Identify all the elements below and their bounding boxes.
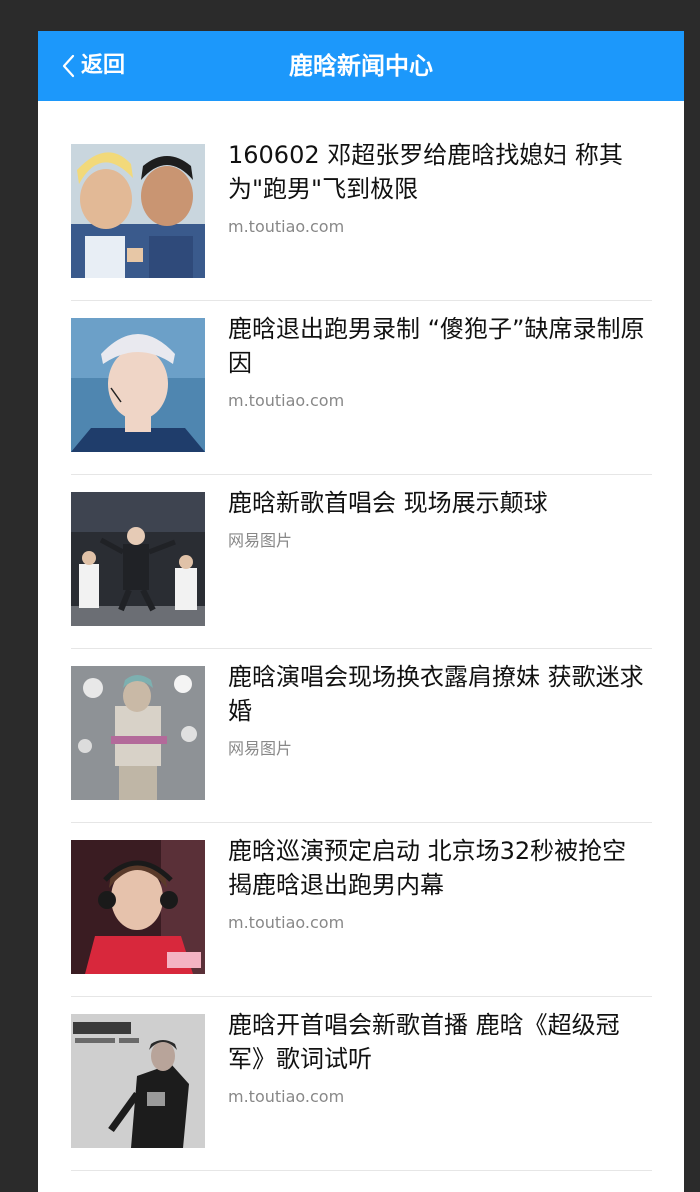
news-source: m.toutiao.com [228,217,345,236]
app-frame: 返回 鹿晗新闻中心 160602 邓超张罗给鹿晗找媳妇 称其为"跑男"飞到极限 … [38,31,684,1192]
news-headline[interactable]: 鹿晗退出跑男录制 “傻狍子”缺席录制原因 [228,312,652,380]
news-photo-image [71,840,205,974]
news-photo-image [71,492,205,626]
back-button[interactable]: 返回 [62,31,125,101]
news-photo-image [71,318,205,452]
news-item[interactable]: 鹿晗演唱会现场换衣露肩撩妹 获歌迷求婚 网易图片 [71,649,652,823]
news-item[interactable]: 鹿晗巡演预定启动 北京场32秒被抢空 揭鹿晗退出跑男内幕 m.toutiao.c… [71,823,652,997]
news-source: m.toutiao.com [228,913,345,932]
page-title: 鹿晗新闻中心 [289,52,433,80]
news-thumbnail [71,840,205,974]
back-label: 返回 [81,53,126,78]
news-item[interactable]: 鹿晗开首唱会新歌首播 鹿晗《超级冠军》歌词试听 m.toutiao.com [71,997,652,1171]
news-list: 160602 邓超张罗给鹿晗找媳妇 称其为"跑男"飞到极限 m.toutiao.… [71,127,652,1171]
news-thumbnail [71,318,205,452]
news-thumbnail [71,144,205,278]
news-item[interactable]: 鹿晗新歌首唱会 现场展示颠球 网易图片 [71,475,652,649]
news-photo-image [71,1014,205,1148]
news-item[interactable]: 鹿晗退出跑男录制 “傻狍子”缺席录制原因 m.toutiao.com [71,301,652,475]
news-thumbnail [71,492,205,626]
news-headline[interactable]: 鹿晗开首唱会新歌首播 鹿晗《超级冠军》歌词试听 [228,1008,652,1076]
news-thumbnail [71,666,205,800]
news-source: 网易图片 [228,531,293,550]
news-headline[interactable]: 鹿晗演唱会现场换衣露肩撩妹 获歌迷求婚 [228,660,652,728]
news-headline[interactable]: 鹿晗巡演预定启动 北京场32秒被抢空 揭鹿晗退出跑男内幕 [228,834,652,902]
top-navigation-bar: 返回 鹿晗新闻中心 [38,31,684,101]
news-photo-image [71,144,205,278]
news-headline[interactable]: 160602 邓超张罗给鹿晗找媳妇 称其为"跑男"飞到极限 [228,138,652,206]
news-source: m.toutiao.com [228,391,345,410]
news-source: 网易图片 [228,739,293,758]
news-source: m.toutiao.com [228,1087,345,1106]
news-headline[interactable]: 鹿晗新歌首唱会 现场展示颠球 [228,486,652,520]
chevron-left-icon [62,54,76,78]
news-item[interactable]: 160602 邓超张罗给鹿晗找媳妇 称其为"跑男"飞到极限 m.toutiao.… [71,127,652,301]
news-thumbnail [71,1014,205,1148]
news-photo-image [71,666,205,800]
